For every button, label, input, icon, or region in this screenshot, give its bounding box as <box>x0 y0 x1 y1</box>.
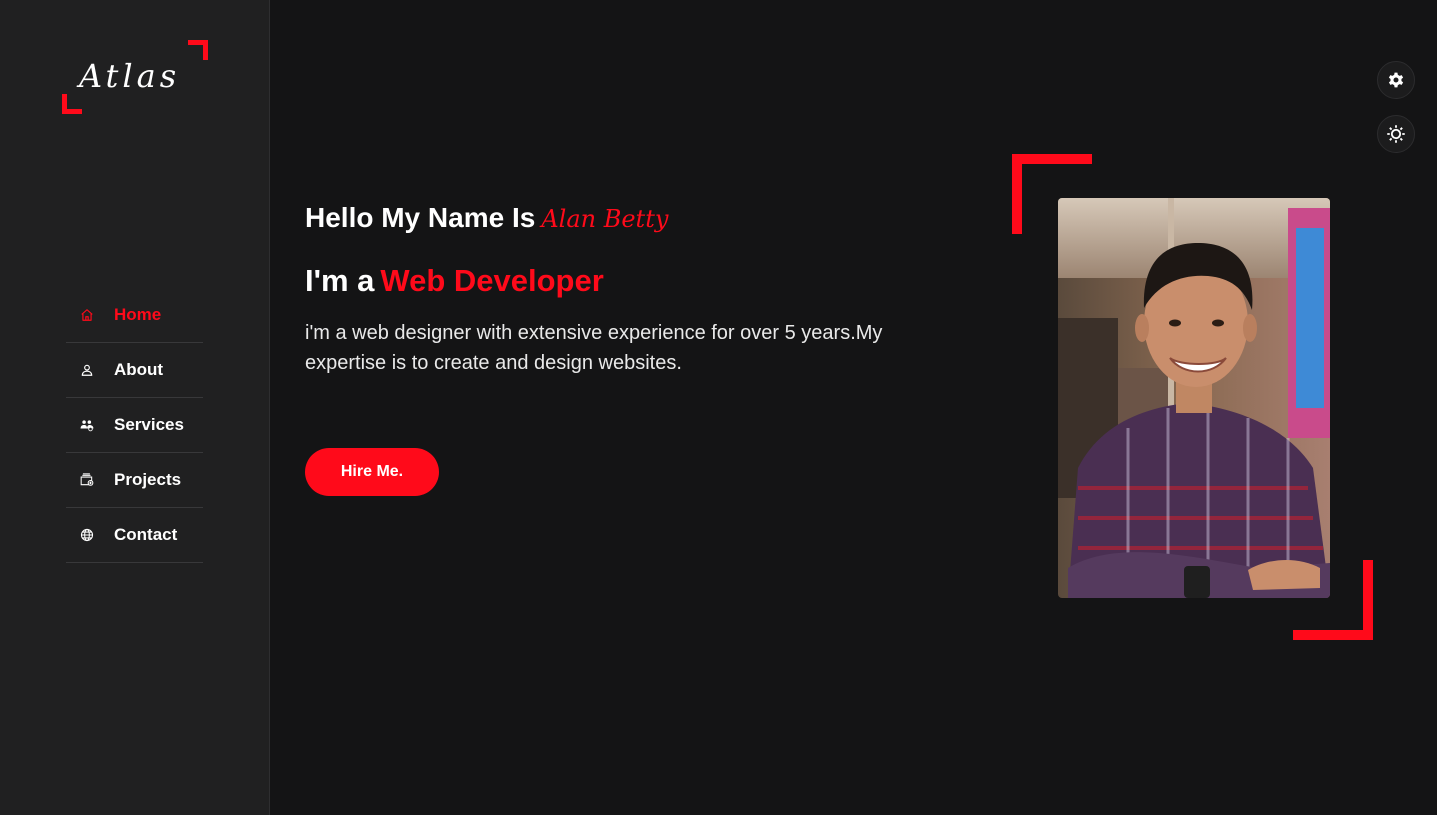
theme-toggle[interactable] <box>1377 115 1415 153</box>
sidebar-item-label: Contact <box>114 525 178 544</box>
logo-bracket-top-right <box>188 40 208 60</box>
hero-description: i'm a web designer with extensive experi… <box>305 322 883 374</box>
sidebar-item-about[interactable]: About <box>66 343 203 398</box>
role-title: Web Developer <box>380 263 604 298</box>
sidebar-item-contact[interactable]: Contact <box>66 508 203 563</box>
sidebar-item-label: Services <box>114 415 184 434</box>
sidebar-item-label: Home <box>114 305 162 324</box>
people-icon <box>66 414 94 436</box>
user-icon <box>66 359 94 381</box>
main-nav: Home About Services Projects Contact <box>66 288 203 563</box>
gear-icon <box>1386 70 1406 90</box>
folder-icon <box>66 469 94 491</box>
hero-role: I'm a Web Developer <box>305 260 604 302</box>
sidebar-item-label: About <box>114 360 164 379</box>
home-icon <box>66 304 94 326</box>
hire-me-button[interactable]: Hire Me. <box>305 448 439 496</box>
role-prefix: I'm a <box>305 263 375 298</box>
globe-icon <box>66 524 94 546</box>
settings-toggle[interactable] <box>1377 61 1415 99</box>
sidebar-item-services[interactable]: Services <box>66 398 203 453</box>
logo-bracket-bottom-left <box>62 94 82 114</box>
sidebar-item-projects[interactable]: Projects <box>66 453 203 508</box>
hero-greeting: Hello My Name Is Alan Betty <box>305 198 668 239</box>
sidebar-item-label: Projects <box>114 470 182 489</box>
logo[interactable]: Atlas <box>62 40 208 114</box>
logo-text: Atlas <box>79 57 181 95</box>
sun-icon <box>1386 124 1406 144</box>
portrait-image <box>1058 198 1330 598</box>
sidebar: Atlas Home About Services Projects Conta… <box>0 0 270 815</box>
hero-name: Alan Betty <box>541 205 669 233</box>
greeting-text: Hello My Name Is <box>305 202 536 233</box>
app-root: Atlas Home About Services Projects Conta… <box>0 0 1437 815</box>
sidebar-item-home[interactable]: Home <box>66 288 203 343</box>
